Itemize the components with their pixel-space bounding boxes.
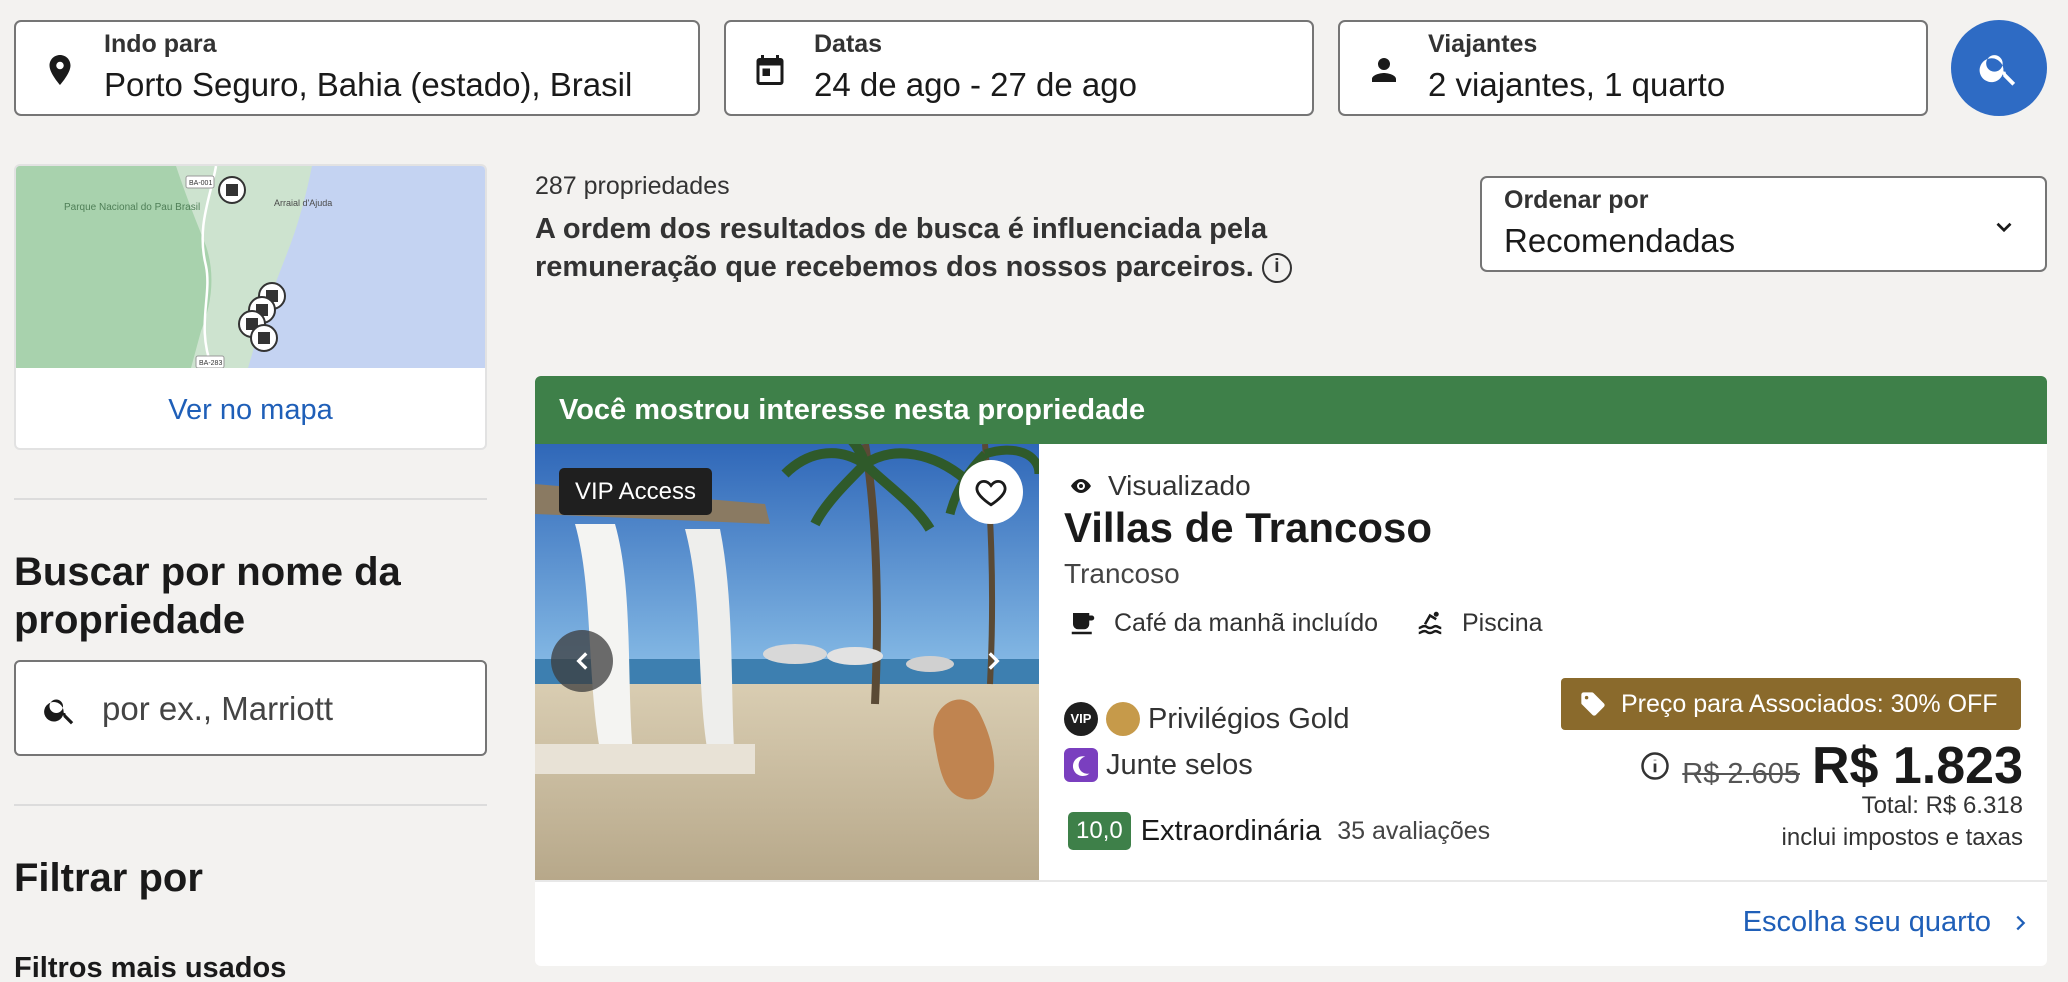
- property-name-input[interactable]: [102, 686, 462, 732]
- chevron-right-icon: [2016, 915, 2026, 930]
- previous-photo-button[interactable]: [551, 630, 613, 692]
- pool-icon: [1418, 611, 1442, 635]
- ranking-disclaimer-text: A ordem dos resultados de busca é influe…: [535, 213, 1268, 283]
- review-count[interactable]: 35 avaliações: [1337, 817, 1490, 846]
- original-price: R$ 2.605: [1682, 758, 1800, 790]
- name-search-title: Buscar por nome da propriedade: [14, 550, 401, 642]
- next-photo-button[interactable]: [961, 630, 1023, 692]
- amenity-breakfast: Café da manhã incluído: [1068, 608, 1378, 638]
- chevron-down-icon: [1996, 222, 2012, 233]
- loyalty-tier: VIP Privilégios Gold: [1064, 702, 1349, 736]
- person-icon: [1372, 58, 1396, 82]
- destination-value: Porto Seguro, Bahia (estado), Brasil: [104, 66, 633, 103]
- loyalty-tier-label: Privilégios Gold: [1148, 702, 1350, 735]
- moon-icon: [1064, 748, 1098, 782]
- property-photo[interactable]: VIP Access: [535, 444, 1039, 880]
- dates-field[interactable]: Datas 24 de ago - 27 de ago: [724, 20, 1314, 116]
- viewed-indicator: Visualizado: [1064, 470, 1251, 502]
- rating: 10,0 Extraordinária 35 avaliações: [1068, 812, 1490, 850]
- property-card[interactable]: Você mostrou interesse nesta propriedade…: [535, 376, 2047, 966]
- taxes-note: inclui impostos e taxas: [1781, 824, 2023, 851]
- map-road-label-1: BA-001: [189, 180, 212, 187]
- coffee-cup-icon: [1071, 613, 1095, 635]
- map-hotel-pin[interactable]: [250, 324, 278, 352]
- chevron-right-icon: [988, 652, 1000, 670]
- divider: [535, 880, 2047, 882]
- favorite-button[interactable]: [959, 460, 1023, 524]
- search-button[interactable]: [1951, 20, 2047, 116]
- destination-field[interactable]: Indo para Porto Seguro, Bahia (estado), …: [14, 20, 700, 116]
- destination-label: Indo para: [104, 30, 217, 58]
- gift-icon: [1106, 702, 1140, 736]
- info-icon[interactable]: i: [1261, 253, 1292, 284]
- amenity-label: Café da manhã incluído: [1114, 608, 1379, 637]
- dates-value: 24 de ago - 27 de ago: [814, 66, 1137, 103]
- eye-icon: [1071, 479, 1091, 493]
- member-price-label: Preço para Associados: 30% OFF: [1621, 690, 1998, 718]
- vip-icon: VIP: [1064, 702, 1098, 736]
- price-row: R$ 2.605 R$ 1.823: [1640, 736, 2023, 796]
- location-pin-icon: [49, 55, 71, 85]
- member-price-badge: Preço para Associados: 30% OFF: [1561, 678, 2021, 730]
- property-name[interactable]: Villas de Trancoso: [1064, 504, 1432, 552]
- map-park-label: Parque Nacional do Pau Brasil: [64, 202, 200, 213]
- map-thumbnail: Parque Nacional do Pau Brasil Arraial d'…: [16, 166, 485, 368]
- current-price: R$ 1.823: [1811, 737, 2023, 795]
- tag-icon: [1581, 692, 1605, 716]
- rating-score: 10,0: [1068, 812, 1131, 850]
- popular-filters-title: Filtros mais usados: [14, 952, 287, 982]
- travelers-label: Viajantes: [1428, 30, 1538, 58]
- map-card[interactable]: Parque Nacional do Pau Brasil Arraial d'…: [14, 164, 487, 450]
- map-town-label: Arraial d'Ajuda: [274, 198, 332, 208]
- amenity-pool: Piscina: [1414, 608, 1543, 638]
- interest-banner: Você mostrou interesse nesta propriedade: [535, 376, 2047, 444]
- total-price: Total: R$ 6.318: [1861, 792, 2023, 819]
- property-location: Trancoso: [1064, 558, 1180, 589]
- vip-access-badge: VIP Access: [559, 468, 712, 515]
- stamps-info: Junte selos: [1064, 748, 1253, 782]
- view-map-link[interactable]: Ver no mapa: [16, 368, 485, 448]
- property-name-search[interactable]: [14, 660, 487, 756]
- map-road-label-2: BA-283: [199, 360, 222, 367]
- stamps-label: Junte selos: [1106, 748, 1253, 781]
- rating-word: Extraordinária: [1140, 814, 1322, 847]
- travelers-field[interactable]: Viajantes 2 viajantes, 1 quarto: [1338, 20, 1928, 116]
- info-icon[interactable]: [1640, 751, 1670, 781]
- travelers-value: 2 viajantes, 1 quarto: [1428, 66, 1726, 103]
- amenity-label: Piscina: [1462, 608, 1543, 637]
- ranking-disclaimer: A ordem dos resultados de busca é influe…: [535, 210, 1455, 286]
- search-icon: [1979, 55, 2016, 86]
- calendar-icon: [756, 55, 784, 85]
- divider: [14, 804, 487, 806]
- viewed-label: Visualizado: [1108, 470, 1251, 501]
- choose-room-label: Escolha seu quarto: [1742, 906, 1991, 938]
- results-count: 287 propriedades: [535, 172, 730, 200]
- sort-dropdown[interactable]: Ordenar por Recomendadas: [1480, 176, 2047, 272]
- choose-room-link[interactable]: Escolha seu quarto: [1743, 906, 2031, 939]
- sort-value: Recomendadas: [1504, 222, 1736, 259]
- sort-label: Ordenar por: [1504, 186, 1649, 214]
- map-hotel-pin[interactable]: [218, 176, 246, 204]
- heart-icon: [975, 479, 1007, 507]
- dates-label: Datas: [814, 30, 883, 58]
- search-icon: [44, 699, 74, 725]
- filter-title: Filtrar por: [14, 856, 203, 900]
- chevron-left-icon: [576, 652, 588, 670]
- divider: [14, 498, 487, 500]
